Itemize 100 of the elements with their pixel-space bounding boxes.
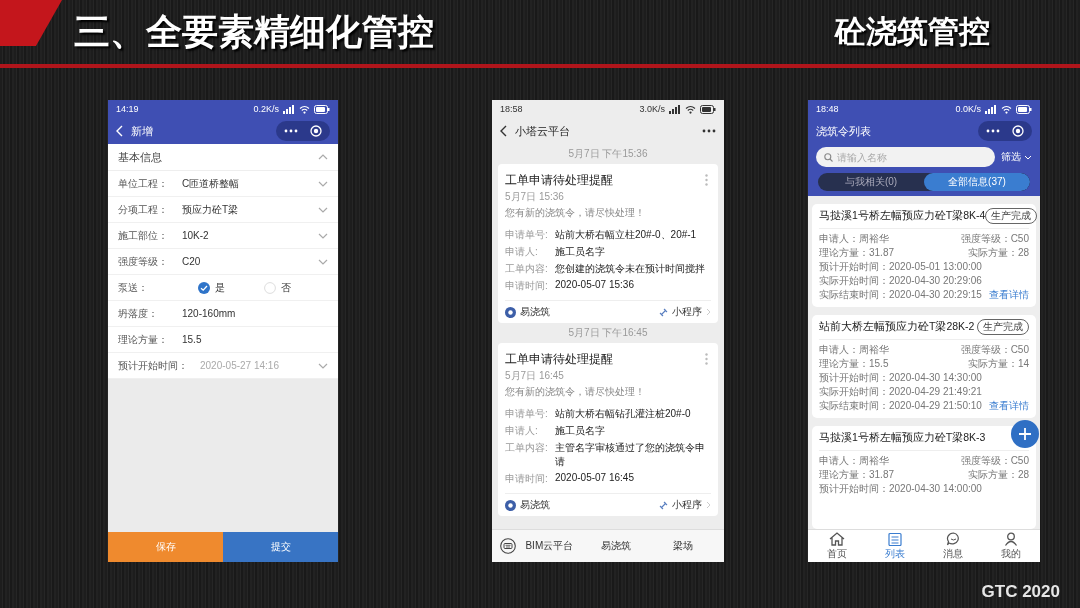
wifi-icon <box>299 104 310 114</box>
submit-button[interactable]: 提交 <box>223 532 338 562</box>
field-value[interactable]: C20 <box>182 256 312 267</box>
chat-title: 小塔云平台 <box>515 123 571 139</box>
app-logo-icon <box>505 499 516 511</box>
kebab-icon <box>705 174 708 186</box>
filter-tab[interactable]: 与我相关(0) <box>818 173 924 191</box>
detail-value: 站前大桥右幅立柱20#-0、20#-1 <box>555 228 698 242</box>
message-date: 5月7日 16:45 <box>505 369 565 383</box>
list-icon <box>888 531 902 546</box>
detail-label: 申请人: <box>505 424 539 438</box>
message-summary: 您有新的浇筑令，请尽快处理！ <box>505 385 646 399</box>
time-text: 预计开始时间：2020-05-01 13:00:00 <box>819 260 982 274</box>
time-field[interactable]: 2020-05-27 14:16 <box>200 360 312 371</box>
detail-value: 主管名字审核通过了您的浇筑令申请 <box>555 441 706 469</box>
source-name: 易浇筑 <box>520 498 551 512</box>
wifi-icon <box>1001 104 1012 114</box>
tab-bar-item[interactable]: 列表 <box>866 530 924 562</box>
field-value[interactable]: 10K-2 <box>182 230 312 241</box>
tab-bar-item[interactable]: 首页 <box>808 530 866 562</box>
detail-value: 施工员名字 <box>555 245 606 259</box>
detail-value: 施工员名字 <box>555 424 606 438</box>
signal-icon <box>985 104 997 114</box>
status-time: 18:58 <box>500 104 523 114</box>
search-input[interactable]: 请输入名称 <box>837 151 987 163</box>
chevron-icon <box>706 501 711 509</box>
wifi-icon <box>685 104 696 114</box>
grade-text: 强度等级：C50 <box>960 454 1029 468</box>
more-icon <box>702 129 716 133</box>
detail-label: 申请时间: <box>505 472 549 486</box>
message-title: 工单申请待处理提醒 <box>505 351 613 368</box>
signal-icon <box>283 104 295 114</box>
page-title: 新增 <box>131 123 153 139</box>
app-logo-icon <box>505 306 516 318</box>
tab-bar-item[interactable]: 我的 <box>982 530 1040 562</box>
field-value[interactable]: 120-160mm <box>182 308 328 319</box>
link-icon <box>659 307 668 317</box>
field-value[interactable]: 15.5 <box>182 334 328 345</box>
details-link[interactable]: 查看详情 <box>989 288 1029 302</box>
search-field[interactable]: 请输入名称 <box>816 147 995 167</box>
message-card[interactable]: 工单申请待处理提醒 5月7日 16:45 您有新的浇筑令，请尽快处理！ 申请单号: 站前大桥右幅钻孔灌注桩20#-0 申请人: 施工员名字 工单内容: 主管名字审核通过了您的浇筑令申请 申请时间: 2020-05-07 16:45 易浇筑 小程序 <box>498 343 718 516</box>
checked-radio[interactable] <box>198 281 210 294</box>
field-value[interactable]: C匝道桥整幅 <box>182 176 312 191</box>
menu-item[interactable]: 梁场 <box>649 539 716 553</box>
battery-icon <box>700 104 716 114</box>
slide-title: 三、全要素精细化管控 <box>74 9 434 54</box>
footer-logo-text: GTC 2020 <box>981 582 1060 602</box>
chevron-icon <box>318 232 328 239</box>
more-icon <box>986 129 1000 133</box>
page-title: 浇筑令列表 <box>816 123 872 139</box>
search-icon <box>824 152 833 162</box>
chevron-icon <box>706 308 711 316</box>
message-card[interactable]: 工单申请待处理提醒 5月7日 15:36 您有新的浇筑令，请尽快处理！ 申请单号: 站前大桥右幅立柱20#-0、20#-1 申请人: 施工员名字 工单内容: 您创建的浇筑令未在预计时间搅拌 申请时间: 2020-05-07 15:36 易浇筑 小程序 <box>498 164 718 323</box>
message-title: 工单申请待处理提醒 <box>505 172 613 189</box>
detail-label: 申请时间: <box>505 279 549 293</box>
capsule-menu[interactable] <box>276 121 330 141</box>
add-button[interactable] <box>1011 420 1039 448</box>
tab-bar-item[interactable]: 消息 <box>924 530 982 562</box>
order-card[interactable]: 马挞溪1号桥左幅预应力砼T梁8K-4 生产完成 申请人：周裕华 强度等级：C50 理论方量：31.87 实际方量：28 预计开始时间：2020-05-01 13:00:00 实际开始时间：2020-04-30 20:29:06 实际结束时间：2020-04-30 20:29:15 查看详情 <box>812 204 1036 307</box>
field-label: 坍落度： <box>118 306 159 321</box>
slide-subtitle: 砼浇筑管控 <box>835 13 990 51</box>
filter-label[interactable]: 筛选 <box>1001 150 1021 164</box>
detail-value: 2020-05-07 16:45 <box>555 472 635 485</box>
time-text: 实际结束时间：2020-04-30 20:29:15 <box>819 288 982 302</box>
order-card[interactable]: 站前大桥左幅预应力砼T梁28K-2 生产完成 申请人：周裕华 强度等级：C50 理论方量：15.5 实际方量：14 预计开始时间：2020-04-30 14:30:00 实际开始时间：2020-04-29 21:49:21 实际结束时间：2020-04-29 21:50:10 查看详情 <box>812 315 1036 418</box>
chevron-icon <box>1024 154 1032 160</box>
network-speed: 3.0K/s <box>639 104 665 114</box>
detail-value: 您创建的浇筑令未在预计时间搅拌 <box>555 262 706 276</box>
field-value[interactable]: 预应力砼T梁 <box>182 202 312 217</box>
order-card[interactable]: 马挞溪1号桥左幅预应力砼T梁8K-3 申请人：周裕华 强度等级：C50 理论方量：31.87 实际方量：28 预计开始时间：2020-04-30 14:00:00 <box>812 426 1036 529</box>
message-summary: 您有新的浇筑令，请尽快处理！ <box>505 206 646 220</box>
chevron-icon <box>318 362 328 369</box>
order-title: 马挞溪1号桥左幅预应力砼T梁8K-4 <box>819 209 986 223</box>
detail-label: 申请单号: <box>505 228 549 242</box>
mini-program-label: 小程序 <box>672 305 702 319</box>
field-label: 分项工程： <box>118 202 169 217</box>
menu-item[interactable]: 易浇筑 <box>582 539 650 553</box>
chevron-icon <box>318 206 328 213</box>
target-icon <box>1012 125 1024 137</box>
radio[interactable] <box>264 281 276 294</box>
network-speed: 0.0K/s <box>955 104 981 114</box>
details-link[interactable]: 查看详情 <box>989 399 1029 413</box>
keyboard-icon <box>500 538 516 554</box>
capsule-menu[interactable] <box>978 121 1032 141</box>
message-date: 5月7日 15:36 <box>505 190 565 204</box>
source-name: 易浇筑 <box>520 305 551 319</box>
detail-value: 2020-05-07 15:36 <box>555 279 635 292</box>
applicant-text: 申请人：周裕华 <box>819 454 889 468</box>
time-text: 预计开始时间：2020-04-30 14:30:00 <box>819 371 982 385</box>
more-icon <box>284 129 298 133</box>
signal-icon <box>669 104 681 114</box>
menu-item[interactable]: BIM云平台 <box>516 539 583 553</box>
link-icon <box>659 500 668 510</box>
status-time: 18:48 <box>816 104 839 114</box>
time-text: 实际开始时间：2020-04-29 21:49:21 <box>819 385 982 399</box>
planned-volume: 理论方量：31.87 <box>819 468 895 482</box>
field-label: 理论方量： <box>118 332 169 347</box>
battery-icon <box>314 104 330 114</box>
kebab-icon <box>705 353 708 365</box>
filter-tab[interactable]: 全部信息(37) <box>924 173 1030 191</box>
